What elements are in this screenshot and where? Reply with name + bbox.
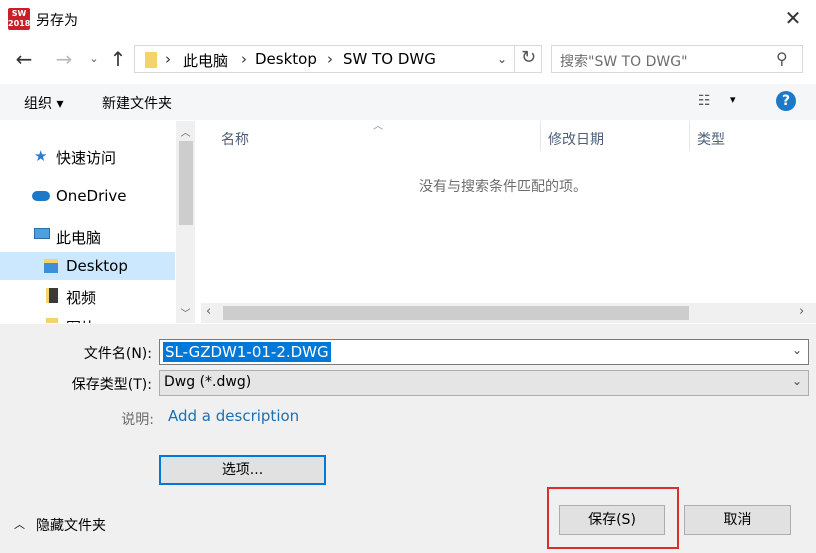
view-dropdown-icon[interactable]: ▾	[730, 93, 736, 106]
folder-icon	[145, 52, 157, 68]
column-header-name[interactable]: 名称	[221, 129, 249, 149]
scrollbar-thumb[interactable]	[223, 306, 689, 320]
sidebar-scrollbar[interactable]: ︿ ﹀	[176, 121, 195, 323]
sidebar-item-this-pc[interactable]: 此电脑	[0, 222, 175, 250]
address-bar[interactable]: › 此电脑 › Desktop › SW TO DWG ⌄	[134, 45, 542, 73]
sidebar-item-label: 快速访问	[56, 149, 117, 167]
up-arrow-icon[interactable]: ↑	[106, 48, 130, 72]
options-button[interactable]: 选项...	[159, 455, 326, 485]
sidebar-item-label: Desktop	[66, 257, 128, 275]
filename-label: 文件名(N):	[83, 346, 152, 362]
sort-ascending-icon: ︿	[373, 121, 383, 132]
title-bar: SW 2018 另存为 ✕	[0, 0, 816, 38]
command-toolbar: 组织 ▾ 新建文件夹 ☷ ▾ ?	[0, 84, 816, 120]
column-divider[interactable]	[540, 121, 541, 151]
search-input[interactable]: 搜索"SW TO DWG" ⚲	[551, 45, 803, 73]
organize-label: 组织	[24, 96, 52, 112]
back-arrow-icon[interactable]: ←	[12, 48, 36, 72]
scrollbar-thumb[interactable]	[179, 141, 193, 225]
filetype-value: Dwg (*.dwg)	[164, 374, 252, 390]
filename-input[interactable]: SL-GZDW1-01-2.DWG ⌄	[159, 339, 809, 365]
chevron-up-icon[interactable]: ︿	[14, 516, 25, 532]
filetype-select[interactable]: Dwg (*.dwg) ⌄	[159, 370, 809, 396]
file-list-horizontal-scrollbar[interactable]: ‹ ›	[201, 303, 816, 323]
sidebar-item-pictures[interactable]: 图片	[0, 312, 175, 323]
close-icon[interactable]: ✕	[780, 6, 806, 32]
scroll-up-icon[interactable]: ︿	[176, 124, 195, 139]
filetype-label: 保存类型(T):	[71, 377, 152, 393]
breadcrumb-desktop[interactable]: Desktop	[255, 50, 317, 68]
new-folder-button[interactable]: 新建文件夹	[102, 93, 172, 113]
column-header-type[interactable]: 类型	[697, 129, 725, 149]
recent-locations-chevron-icon[interactable]: ⌄	[82, 48, 106, 72]
breadcrumb-this-pc[interactable]: 此电脑	[183, 50, 228, 71]
breadcrumb-separator-icon: ›	[165, 50, 171, 68]
filetype-dropdown-chevron-icon[interactable]: ⌄	[792, 374, 802, 388]
forward-arrow-icon[interactable]: →	[52, 48, 76, 72]
refresh-icon[interactable]: ↻	[514, 45, 542, 73]
hide-folders-toggle[interactable]: 隐藏文件夹	[36, 515, 106, 535]
cancel-button[interactable]: 取消	[684, 505, 791, 535]
file-list: ︿ 名称 修改日期 类型 没有与搜索条件匹配的项。	[201, 121, 809, 323]
sidebar-item-label: 图片	[66, 317, 96, 323]
search-icon[interactable]: ⚲	[776, 49, 796, 69]
scroll-down-icon[interactable]: ﹀	[176, 305, 195, 320]
description-label: 说明:	[121, 412, 154, 428]
cloud-icon	[32, 191, 50, 201]
highlight-annotation-box	[547, 487, 679, 549]
breadcrumb-sw-to-dwg[interactable]: SW TO DWG	[343, 50, 436, 68]
picture-folder-icon	[46, 318, 58, 323]
search-placeholder: 搜索"SW TO DWG"	[560, 54, 688, 70]
scroll-right-icon[interactable]: ›	[799, 304, 804, 319]
sidebar-item-videos[interactable]: 视频	[0, 282, 175, 310]
filename-dropdown-chevron-icon[interactable]: ⌄	[792, 343, 802, 357]
sidebar-item-desktop[interactable]: Desktop	[0, 252, 175, 280]
video-folder-icon	[46, 288, 58, 303]
scroll-left-icon[interactable]: ‹	[206, 304, 211, 319]
sidebar-item-label: 视频	[66, 289, 97, 307]
view-options-icon[interactable]: ☷	[698, 93, 711, 109]
empty-results-message: 没有与搜索条件匹配的项。	[419, 179, 587, 195]
breadcrumb-separator-icon: ›	[327, 50, 333, 68]
sidebar-item-label: OneDrive	[56, 187, 127, 205]
computer-icon	[34, 228, 50, 239]
solidworks-app-icon: SW 2018	[8, 8, 31, 30]
breadcrumb-separator-icon: ›	[241, 50, 247, 68]
column-divider[interactable]	[689, 121, 690, 151]
column-header-modified[interactable]: 修改日期	[548, 129, 604, 149]
sidebar-item-quick-access[interactable]: ★ 快速访问	[0, 142, 175, 170]
filename-value: SL-GZDW1-01-2.DWG	[163, 342, 331, 362]
navigation-pane: ★ 快速访问 OneDrive 此电脑 Desktop 视频 图片	[0, 121, 196, 323]
address-dropdown-chevron-icon[interactable]: ⌄	[497, 52, 507, 66]
window-title: 另存为	[36, 13, 78, 29]
help-icon[interactable]: ?	[776, 91, 796, 111]
add-description-link[interactable]: Add a description	[168, 407, 299, 425]
star-icon: ★	[34, 147, 48, 165]
desktop-folder-icon	[44, 259, 58, 273]
organize-menu-button[interactable]: 组织 ▾	[24, 93, 63, 113]
sidebar-item-onedrive[interactable]: OneDrive	[0, 182, 175, 210]
sidebar-item-label: 此电脑	[56, 229, 102, 247]
